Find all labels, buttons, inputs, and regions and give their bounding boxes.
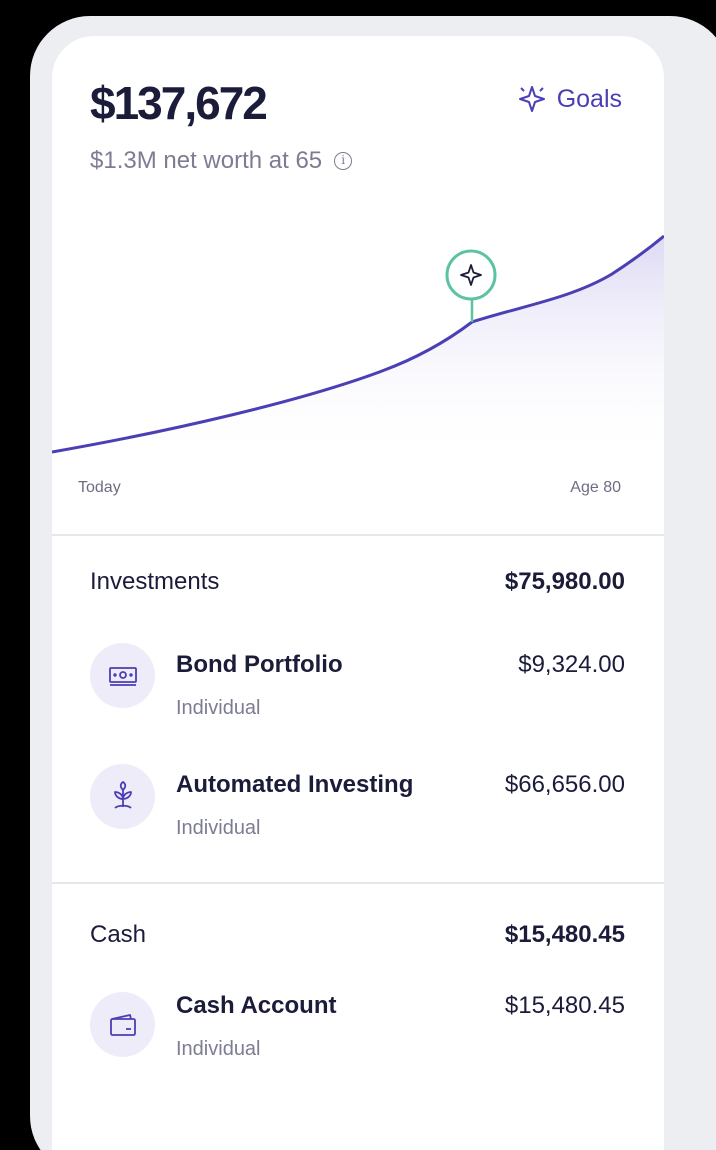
milestone-marker[interactable] <box>445 249 497 301</box>
divider <box>52 534 664 536</box>
account-type: Individual <box>176 817 261 839</box>
account-icon-bubble <box>90 992 155 1057</box>
projection-area <box>52 236 664 466</box>
account-name: Automated Investing <box>176 771 414 798</box>
balance-amount: $137,672 <box>90 77 268 129</box>
chart-start-label: Today <box>78 479 121 496</box>
account-value: $66,656.00 <box>504 771 625 798</box>
net-worth-note: $1.3M net worth at 65 i <box>90 147 353 175</box>
wallet-icon <box>109 1013 136 1036</box>
plant-sprout-icon <box>113 780 132 809</box>
account-value: $15,480.45 <box>504 992 625 1019</box>
chart-end-label: Age 80 <box>570 479 621 496</box>
net-worth-text: $1.3M net worth at 65 <box>90 147 323 174</box>
sparkle-icon <box>518 86 545 112</box>
account-icon-bubble <box>90 764 155 829</box>
account-value: $9,324.00 <box>518 651 625 678</box>
info-icon[interactable]: i <box>334 152 353 170</box>
goals-label: Goals <box>556 84 622 113</box>
section-title-cash: Cash <box>90 921 147 948</box>
projection-chart <box>52 234 664 466</box>
account-name: Cash Account <box>176 992 337 1019</box>
section-total-cash: $15,480.45 <box>504 921 625 948</box>
account-type: Individual <box>176 697 261 719</box>
account-icon-bubble <box>90 643 155 708</box>
goals-button[interactable]: Goals <box>517 84 622 114</box>
app-screen: $137,672 Goals $1.3M net worth at 65 i T… <box>52 36 664 1150</box>
account-name: Bond Portfolio <box>176 651 343 678</box>
section-title-investments: Investments <box>90 568 220 595</box>
cash-bills-icon <box>108 666 137 686</box>
account-type: Individual <box>176 1038 261 1060</box>
divider <box>52 882 664 884</box>
section-total-investments: $75,980.00 <box>504 568 625 595</box>
